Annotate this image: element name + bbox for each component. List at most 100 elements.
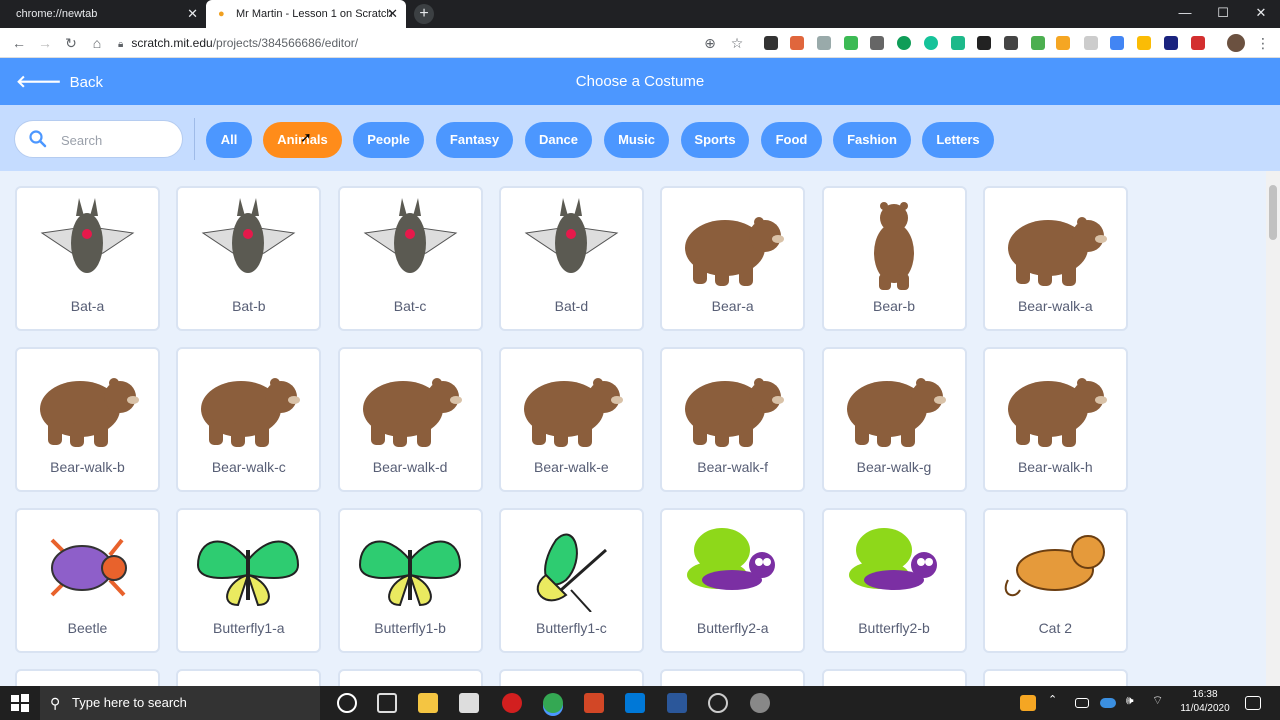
- zoom-icon[interactable]: ⊕: [701, 34, 719, 52]
- store-icon[interactable]: [459, 693, 479, 713]
- extension-icon[interactable]: [977, 36, 991, 50]
- tab-title: chrome://newtab: [16, 8, 98, 20]
- costume-item[interactable]: Beetle: [15, 508, 160, 653]
- costume-item[interactable]: Bear-walk-a: [982, 186, 1128, 331]
- extension-icon[interactable]: [1137, 36, 1151, 50]
- filter-fashion[interactable]: Fashion: [833, 122, 911, 158]
- costume-item[interactable]: Bear-walk-d: [337, 347, 483, 492]
- filter-dance[interactable]: Dance: [525, 122, 592, 158]
- extension-icon[interactable]: [951, 36, 965, 50]
- home-icon[interactable]: ⌂: [88, 34, 106, 52]
- minimize-window-icon[interactable]: —: [1166, 0, 1204, 28]
- costume-item[interactable]: Cat 2: [982, 508, 1128, 653]
- bear-icon: [685, 217, 785, 286]
- back-arrow-icon[interactable]: ←: [10, 34, 28, 52]
- extension-icon[interactable]: [897, 36, 911, 50]
- windows-start-icon[interactable]: [10, 693, 30, 713]
- costume-item[interactable]: Bat-b: [176, 186, 322, 331]
- filter-letters[interactable]: Letters: [922, 122, 994, 158]
- scrollbar-thumb[interactable]: [1269, 185, 1277, 240]
- extension-icon[interactable]: [1031, 36, 1045, 50]
- costume-item[interactable]: [176, 669, 322, 686]
- search-input[interactable]: [61, 130, 171, 150]
- tray-chevron-icon[interactable]: ⌃: [1048, 693, 1068, 713]
- extension-icon[interactable]: [1110, 36, 1124, 50]
- extension-icon[interactable]: [844, 36, 858, 50]
- chrome-icon[interactable]: [543, 693, 563, 713]
- costume-item[interactable]: Butterfly2-a: [660, 508, 806, 653]
- costume-item[interactable]: Bear-a: [660, 186, 806, 331]
- butterfly-side-icon: [536, 533, 607, 612]
- close-window-icon[interactable]: ✕: [1242, 0, 1280, 28]
- task-view-icon[interactable]: [377, 693, 397, 713]
- bookmark-star-icon[interactable]: ☆: [728, 34, 746, 52]
- costume-item[interactable]: [337, 669, 483, 686]
- costume-item[interactable]: [15, 669, 160, 686]
- taskbar-search-placeholder: Type here to search: [72, 695, 187, 710]
- costume-item[interactable]: Butterfly1-b: [337, 508, 483, 653]
- notification-icon[interactable]: [1020, 695, 1036, 711]
- scrollbar[interactable]: [1266, 171, 1280, 686]
- new-tab-button[interactable]: +: [414, 4, 434, 24]
- onedrive-icon[interactable]: [1100, 698, 1116, 708]
- costume-item[interactable]: Bear-walk-b: [15, 347, 160, 492]
- opera-icon[interactable]: [502, 693, 522, 713]
- maximize-window-icon[interactable]: ☐: [1204, 0, 1242, 28]
- extension-icon[interactable]: [1191, 36, 1205, 50]
- powerpoint-icon[interactable]: [584, 693, 604, 713]
- costume-item[interactable]: Bear-walk-f: [660, 347, 806, 492]
- extension-icon[interactable]: [1056, 36, 1070, 50]
- wifi-icon[interactable]: ⌔: [1152, 693, 1172, 713]
- extension-icon[interactable]: [764, 36, 778, 50]
- filter-music[interactable]: Music: [604, 122, 669, 158]
- close-tab-icon[interactable]: ✕: [187, 0, 198, 28]
- costume-item[interactable]: [660, 669, 806, 686]
- battery-icon[interactable]: [1075, 698, 1089, 708]
- word-icon[interactable]: [667, 693, 687, 713]
- extension-icon[interactable]: [1164, 36, 1178, 50]
- extension-icon[interactable]: [1084, 36, 1098, 50]
- costume-item[interactable]: Bear-walk-c: [176, 347, 322, 492]
- costume-item[interactable]: Bear-walk-g: [821, 347, 967, 492]
- costume-item[interactable]: [821, 669, 967, 686]
- search-box[interactable]: [14, 120, 183, 158]
- costume-item[interactable]: Bear-b: [821, 186, 967, 331]
- browser-tab-scratch[interactable]: ● Mr Martin - Lesson 1 on Scratch ✕: [206, 0, 406, 28]
- costume-item[interactable]: Butterfly1-a: [176, 508, 322, 653]
- filter-all[interactable]: All: [206, 122, 252, 158]
- costume-item[interactable]: Bat-d: [498, 186, 644, 331]
- costume-item[interactable]: Bear-walk-e: [498, 347, 644, 492]
- profile-avatar[interactable]: [1227, 34, 1245, 52]
- cortana-icon[interactable]: [337, 693, 357, 713]
- extension-icon[interactable]: [924, 36, 938, 50]
- costume-item[interactable]: Bat-a: [15, 186, 160, 331]
- file-explorer-icon[interactable]: [418, 693, 438, 713]
- volume-icon[interactable]: 🕪︎: [1126, 693, 1146, 713]
- costume-item[interactable]: Butterfly1-c: [498, 508, 644, 653]
- costume-item[interactable]: Butterfly2-b: [821, 508, 967, 653]
- app-icon[interactable]: [750, 693, 770, 713]
- filter-food[interactable]: Food: [761, 122, 822, 158]
- edge-icon[interactable]: [625, 693, 645, 713]
- costume-item[interactable]: Bat-c: [337, 186, 483, 331]
- filter-fantasy[interactable]: Fantasy: [436, 122, 513, 158]
- close-tab-icon[interactable]: ✕: [387, 0, 398, 28]
- costume-item[interactable]: [498, 669, 644, 686]
- address-bar[interactable]: 🔒︎ scratch.mit.edu/projects/384566686/edi…: [118, 32, 698, 54]
- obs-icon[interactable]: [708, 693, 728, 713]
- filter-people[interactable]: People: [353, 122, 424, 158]
- costume-item[interactable]: [982, 669, 1128, 686]
- extension-icon[interactable]: [1004, 36, 1018, 50]
- extension-icon[interactable]: [870, 36, 884, 50]
- kebab-menu-icon[interactable]: ⋮: [1256, 34, 1270, 52]
- reload-icon[interactable]: ↻: [62, 34, 80, 52]
- forward-arrow-icon[interactable]: →: [36, 34, 54, 52]
- extension-icon[interactable]: [817, 36, 831, 50]
- taskbar-search[interactable]: ⚲ Type here to search: [40, 686, 320, 720]
- browser-tab-newtab[interactable]: chrome://newtab ✕: [0, 0, 206, 28]
- filter-sports[interactable]: Sports: [681, 122, 749, 158]
- action-center-icon[interactable]: [1245, 696, 1261, 710]
- extension-icon[interactable]: [790, 36, 804, 50]
- clock[interactable]: 16:38 11/04/2020: [1170, 688, 1240, 716]
- costume-item[interactable]: Bear-walk-h: [982, 347, 1128, 492]
